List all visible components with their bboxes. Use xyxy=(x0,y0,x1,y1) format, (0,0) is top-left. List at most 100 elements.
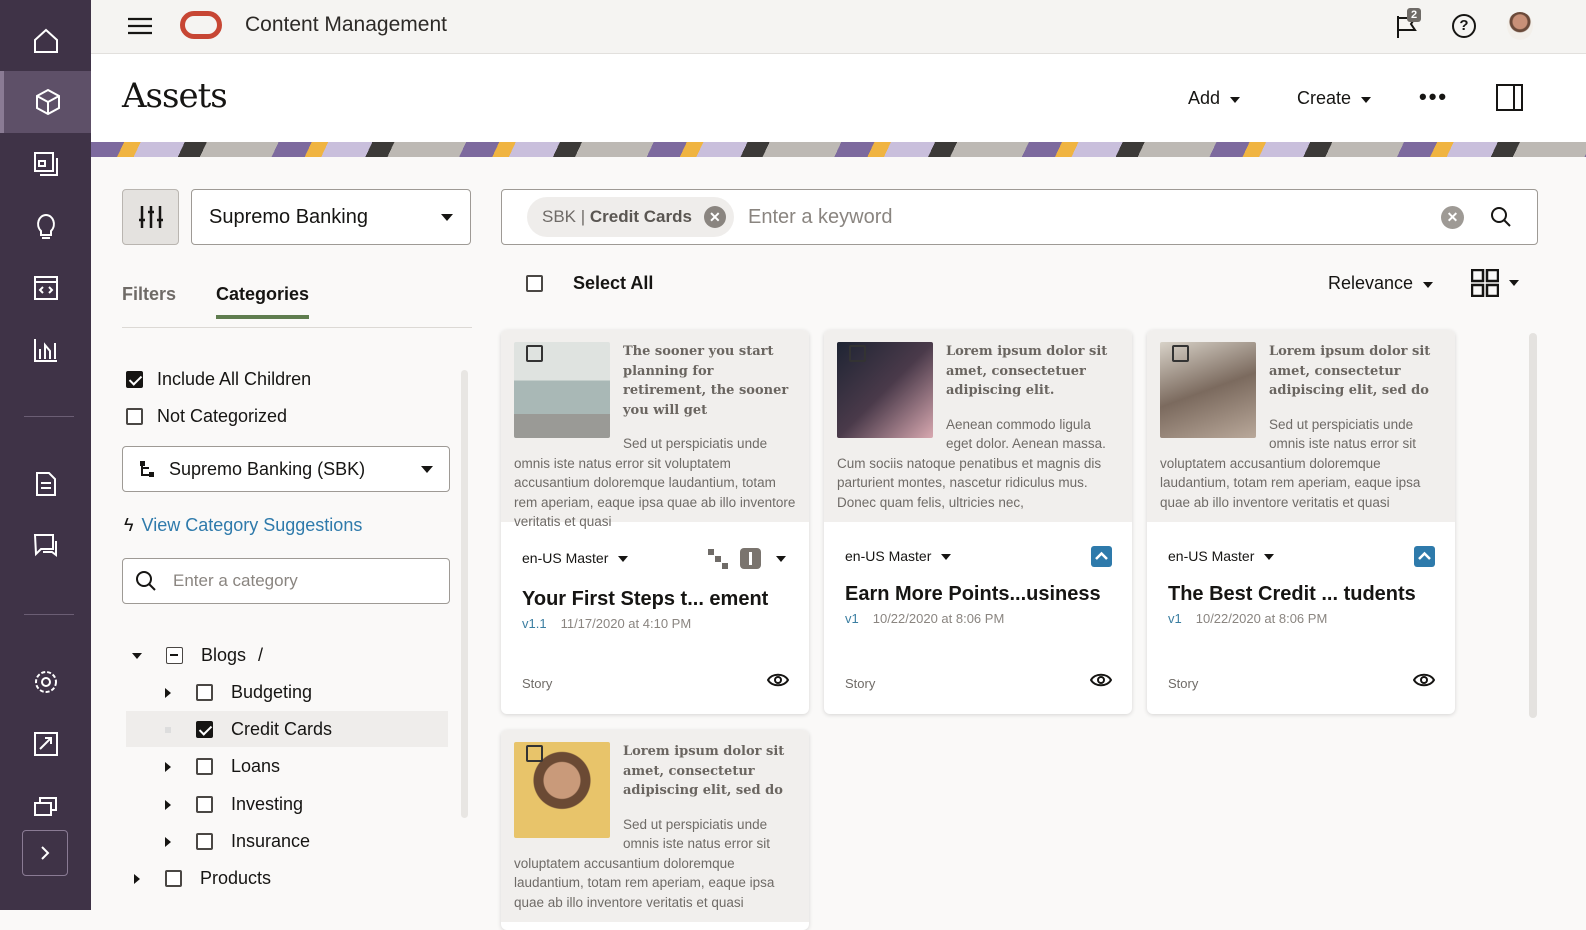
nav-assets[interactable] xyxy=(0,71,91,133)
notifications-button[interactable]: 2 xyxy=(1395,8,1425,40)
nav-conversations[interactable] xyxy=(0,515,91,577)
tab-filters[interactable]: Filters xyxy=(122,284,176,305)
collections-icon xyxy=(33,152,58,176)
not-categorized-checkbox[interactable]: Not Categorized xyxy=(126,406,287,427)
grid-view-icon xyxy=(1471,269,1499,297)
chat-icon xyxy=(33,534,57,557)
nav-home[interactable] xyxy=(0,10,91,72)
nav-analytics[interactable] xyxy=(0,319,91,381)
tree-item-insurance[interactable]: Insurance xyxy=(165,831,310,852)
language-value: en-US Master xyxy=(522,550,609,566)
decorative-banner xyxy=(91,142,1586,157)
eye-icon[interactable] xyxy=(1413,669,1435,691)
checkbox[interactable] xyxy=(526,345,543,362)
checkbox[interactable] xyxy=(126,408,143,425)
clear-search-icon[interactable]: ✕ xyxy=(1441,206,1464,229)
home-icon xyxy=(33,28,58,53)
checkbox[interactable] xyxy=(196,833,213,850)
checkbox[interactable] xyxy=(126,371,143,388)
checkbox[interactable] xyxy=(849,345,866,362)
view-toggle[interactable] xyxy=(1471,269,1519,297)
nav-integrations[interactable] xyxy=(0,713,91,775)
nav-documents[interactable] xyxy=(0,453,91,515)
caret-down-icon xyxy=(1230,96,1241,103)
expand-icon[interactable] xyxy=(165,799,171,810)
card-meta: v1.1 11/17/2020 at 4:10 PM xyxy=(522,616,691,631)
more-actions-icon[interactable]: ••• xyxy=(1419,84,1448,110)
nav-settings[interactable] xyxy=(0,651,91,713)
search-icon[interactable] xyxy=(1490,206,1512,228)
tree-item-blogs[interactable]: Blogs / xyxy=(132,645,263,666)
filter-panel-toggle-button[interactable] xyxy=(122,189,179,245)
checkbox[interactable] xyxy=(196,796,213,813)
checkbox[interactable] xyxy=(526,275,543,292)
hamburger-menu-icon[interactable] xyxy=(128,16,152,41)
nav-collections[interactable] xyxy=(0,133,91,195)
tree-label: Budgeting xyxy=(231,682,313,702)
language-dropdown[interactable]: en-US Master xyxy=(1168,548,1275,564)
asset-thumbnail xyxy=(514,342,610,438)
asset-card[interactable]: Lorem ipsum dolor sit amet, consectetuer… xyxy=(824,330,1132,714)
card-title[interactable]: Earn More Points...usiness xyxy=(845,583,1101,606)
card-body: Sed ut perspiciatis unde omnis iste natu… xyxy=(514,436,796,529)
language-dropdown[interactable]: en-US Master xyxy=(845,548,952,564)
expand-sidebar-button[interactable] xyxy=(22,830,68,876)
language-dropdown[interactable]: en-US Master xyxy=(522,550,629,566)
checkbox[interactable] xyxy=(526,745,543,762)
sliders-icon xyxy=(138,206,163,228)
repository-select[interactable]: Supremo Banking xyxy=(191,189,471,245)
side-panel-toggle-icon[interactable] xyxy=(1496,84,1523,111)
help-icon[interactable]: ? xyxy=(1452,14,1476,38)
checkbox[interactable] xyxy=(1172,345,1189,362)
tree-item-loans[interactable]: Loans xyxy=(165,756,280,777)
language-value: en-US Master xyxy=(845,548,932,564)
nav-repositories[interactable] xyxy=(0,775,91,837)
card-meta: v1 10/22/2020 at 8:06 PM xyxy=(1168,611,1327,626)
asset-card[interactable]: Lorem ipsum dolor sit amet, consectetur … xyxy=(1147,330,1455,714)
tree-item-products[interactable]: Products xyxy=(134,868,271,889)
results-scrollbar[interactable] xyxy=(1529,333,1537,718)
tab-categories[interactable]: Categories xyxy=(216,284,310,319)
user-avatar[interactable] xyxy=(1507,12,1533,40)
caret-down-icon[interactable] xyxy=(776,556,786,562)
include-children-label: Include All Children xyxy=(157,369,312,389)
remove-chip-icon[interactable]: ✕ xyxy=(703,206,726,228)
sort-dropdown[interactable]: Relevance xyxy=(1328,273,1434,294)
checkbox-partial[interactable] xyxy=(166,647,183,664)
nav-sites[interactable] xyxy=(0,257,91,319)
nav-ideas[interactable] xyxy=(0,195,91,257)
chip-prefix: SBK | xyxy=(542,207,590,226)
expand-icon[interactable] xyxy=(165,761,171,772)
search-icon xyxy=(136,571,156,591)
taxonomy-select[interactable]: Supremo Banking (SBK) xyxy=(122,446,450,492)
select-all-checkbox[interactable]: Select All xyxy=(526,273,653,294)
tree-item-budgeting[interactable]: Budgeting xyxy=(165,682,312,703)
eye-icon[interactable] xyxy=(767,669,789,691)
add-menu-button[interactable]: Add xyxy=(1188,88,1241,109)
expand-icon[interactable] xyxy=(132,652,142,659)
asset-card[interactable]: Lorem ipsum dolor sit amet, consectetur … xyxy=(501,730,809,930)
keyword-search-bar[interactable]: SBK | Credit Cards ✕ Enter a keyword ✕ xyxy=(501,189,1538,245)
caret-down-icon xyxy=(441,213,453,221)
asset-card[interactable]: The sooner you start planning for retire… xyxy=(501,330,809,714)
app-title: Content Management xyxy=(245,13,447,36)
left-panel-scrollbar[interactable] xyxy=(461,370,468,818)
card-title[interactable]: The Best Credit ... tudents xyxy=(1168,583,1416,606)
view-category-suggestions-link[interactable]: ϟ View Category Suggestions xyxy=(124,515,362,536)
expand-icon[interactable] xyxy=(165,836,171,847)
tree-item-investing[interactable]: Investing xyxy=(165,794,303,815)
date: 10/22/2020 at 8:06 PM xyxy=(1195,611,1328,626)
checkbox[interactable] xyxy=(196,721,213,738)
eye-icon[interactable] xyxy=(1090,669,1112,691)
tree-item-credit-cards[interactable]: Credit Cards xyxy=(165,719,332,740)
category-search-input[interactable]: Enter a category xyxy=(122,558,450,604)
checkbox[interactable] xyxy=(196,758,213,775)
expand-icon[interactable] xyxy=(134,873,140,884)
checkbox[interactable] xyxy=(165,870,182,887)
checkbox[interactable] xyxy=(196,684,213,701)
include-all-children-checkbox[interactable]: Include All Children xyxy=(126,369,311,390)
version: v1 xyxy=(1168,611,1182,626)
expand-icon[interactable] xyxy=(165,687,171,698)
card-title[interactable]: Your First Steps t... ement xyxy=(522,588,768,611)
create-menu-button[interactable]: Create xyxy=(1297,88,1372,109)
